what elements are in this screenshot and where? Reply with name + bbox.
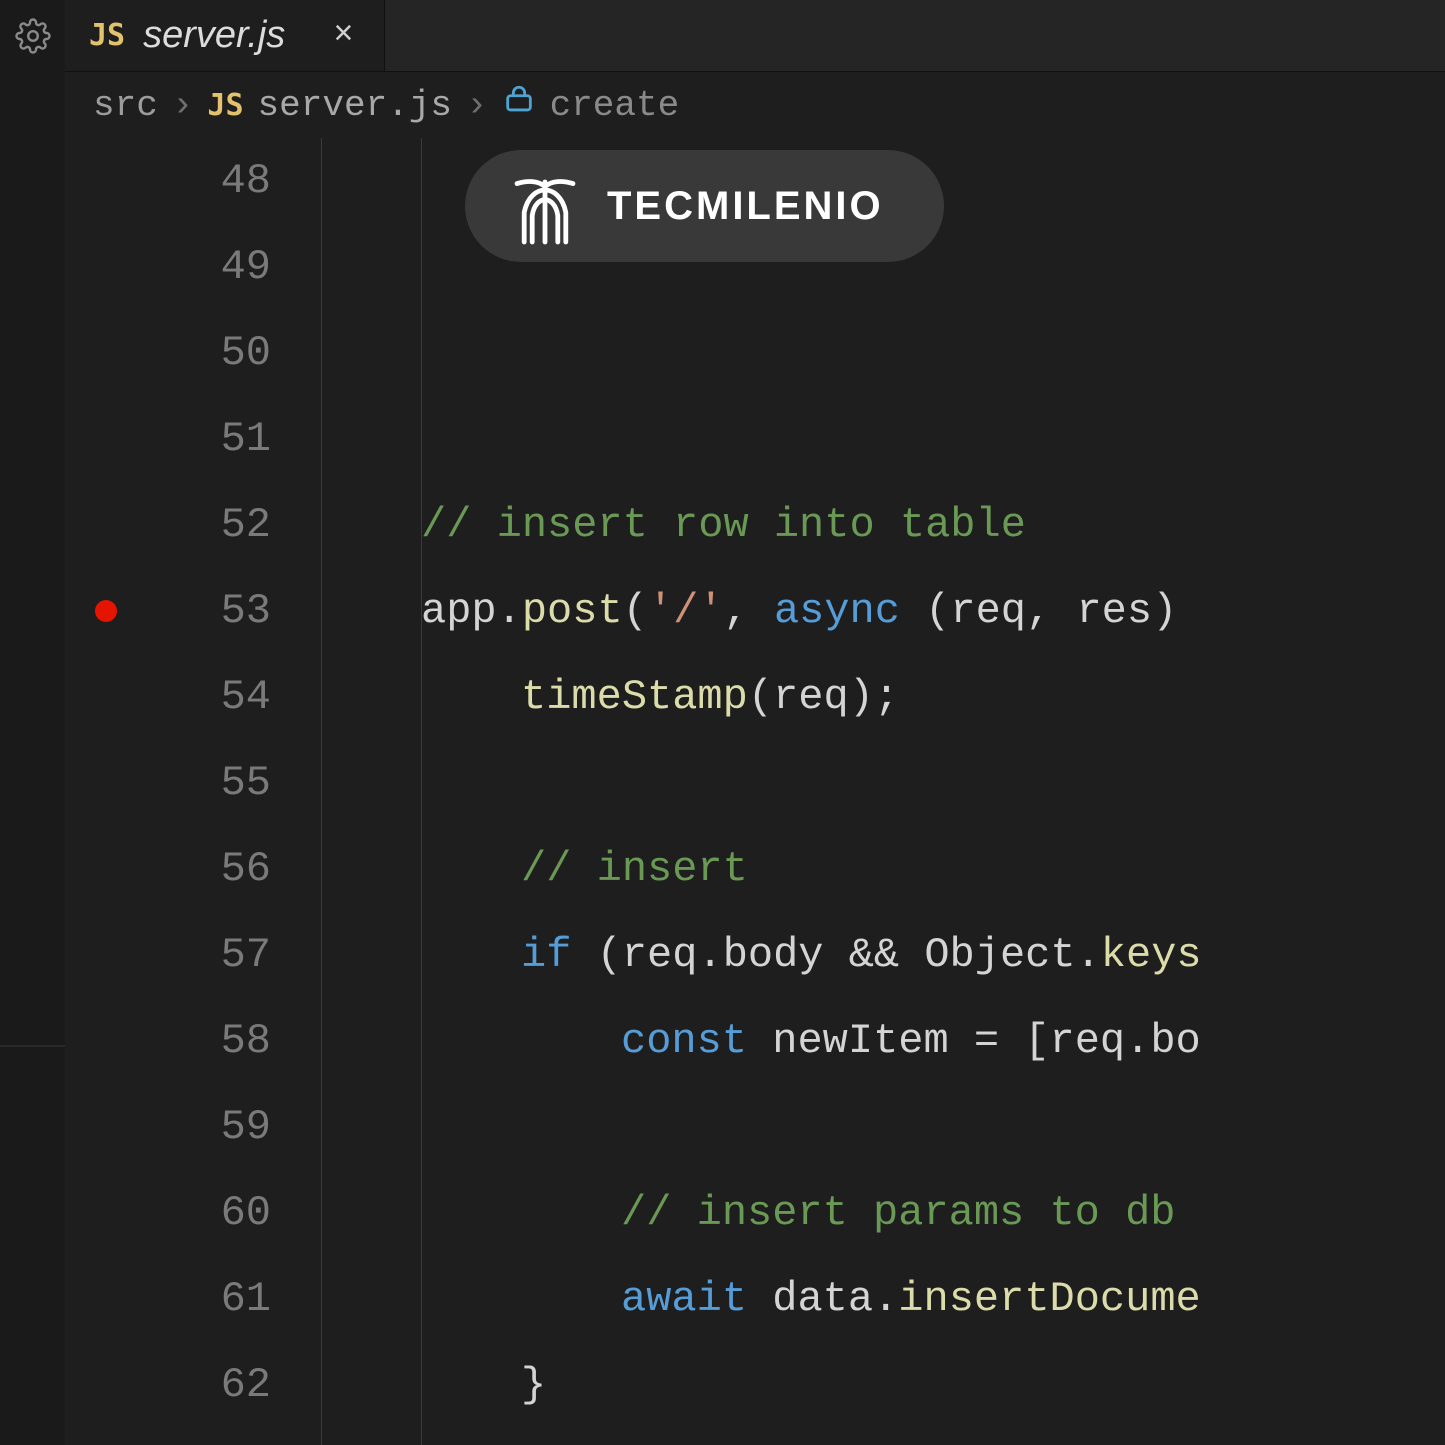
breakpoint-icon[interactable] [95,600,117,622]
code-line[interactable]: } [315,1342,1445,1428]
token-id: req [622,912,698,998]
settings-icon[interactable] [13,16,53,56]
token-str: '/' [648,568,724,654]
code-line[interactable]: if (req.body && Object.keys [315,912,1445,998]
token-punct [747,998,772,1084]
token-punct: = [ [949,998,1050,1084]
breadcrumb-symbol[interactable]: create [550,85,680,126]
token-punct: ); [849,654,899,740]
line-number[interactable]: 50 [65,310,271,396]
line-number[interactable]: 52 [65,482,271,568]
symbol-icon [502,83,536,128]
token-func: post [522,568,623,654]
indent-guide [321,138,322,1445]
token-func: keys [1101,912,1202,998]
token-comment: // insert [521,826,748,912]
code-line[interactable]: // insert params to db [315,1170,1445,1256]
tab-serverjs[interactable]: JS server.js × [65,0,385,71]
token-keyword: if [521,912,571,998]
line-number[interactable]: 48 [65,138,271,224]
chevron-right-icon: › [172,85,194,126]
token-punct: . [873,1256,898,1342]
token-punct: } [521,1342,546,1428]
line-number[interactable]: 58 [65,998,271,1084]
js-file-icon: JS [89,18,125,53]
line-number[interactable]: 53 [65,568,271,654]
indent-guide [421,138,422,1445]
token-id: body [723,912,824,998]
token-id: data [772,1256,873,1342]
breadcrumb[interactable]: src › JS server.js › create [65,72,1445,138]
activity-bar [0,0,65,1445]
line-number[interactable]: 55 [65,740,271,826]
token-id: res [1076,568,1152,654]
line-number[interactable]: 57 [65,912,271,998]
token-comment: // insert params to db [621,1170,1176,1256]
token-id: app [421,568,497,654]
tecmilenio-logo-icon [505,166,585,246]
line-number[interactable]: 62 [65,1342,271,1428]
editor[interactable]: 484950515253545556575859606162 // insert… [65,138,1445,1445]
token-keyword: await [621,1256,747,1342]
chevron-right-icon: › [466,85,488,126]
code-line[interactable] [315,1428,1445,1445]
token-keyword: async [774,568,900,654]
token-id: Object [924,912,1075,998]
js-file-icon: JS [207,88,243,123]
line-number[interactable]: 56 [65,826,271,912]
token-punct: && [824,912,925,998]
token-punct: ( [748,654,773,740]
token-punct: ( [571,912,621,998]
token-punct: , [1026,568,1076,654]
tab-bar: JS server.js × [65,0,1445,72]
token-id: req [773,654,849,740]
token-id: req [1050,998,1126,1084]
code-line[interactable]: timeStamp(req); [315,654,1445,740]
token-punct: ) [1152,568,1177,654]
code-line[interactable] [315,740,1445,826]
token-func: timeStamp [521,654,748,740]
token-id: newItem [772,998,948,1084]
code-line[interactable] [315,1084,1445,1170]
token-punct: .bo [1125,998,1201,1084]
code-line[interactable]: // insert [315,826,1445,912]
token-punct: . [1076,912,1101,998]
brand-name: TECMILENIO [607,184,884,229]
token-func: insertDocume [898,1256,1200,1342]
brand-overlay: TECMILENIO [465,150,944,262]
line-number[interactable]: 61 [65,1256,271,1342]
side-divider [0,1045,65,1047]
breadcrumb-folder[interactable]: src [93,85,158,126]
token-punct [747,1256,772,1342]
token-punct: . [697,912,722,998]
line-number[interactable]: 49 [65,224,271,310]
line-number[interactable]: 59 [65,1084,271,1170]
tab-title: server.js [143,14,285,57]
token-punct: . [497,568,522,654]
token-comment: // insert row into table [421,482,1026,568]
code-line[interactable]: app.post('/', async (req, res) [315,568,1445,654]
line-number[interactable]: 51 [65,396,271,482]
token-punct: , [724,568,774,654]
line-number[interactable]: 54 [65,654,271,740]
code-line[interactable]: await data.insertDocume [315,1256,1445,1342]
code-line[interactable]: // insert row into table [315,482,1445,568]
token-keyword: const [621,998,747,1084]
breadcrumb-file[interactable]: server.js [258,85,452,126]
token-id: req [950,568,1026,654]
token-punct: ( [623,568,648,654]
code-line[interactable]: const newItem = [req.bo [315,998,1445,1084]
close-icon[interactable]: × [333,17,353,55]
line-number-gutter[interactable]: 484950515253545556575859606162 [65,138,315,1445]
line-number[interactable]: 60 [65,1170,271,1256]
token-punct: ( [900,568,950,654]
code-area[interactable]: // insert row into tableapp.post('/', as… [315,138,1445,1445]
